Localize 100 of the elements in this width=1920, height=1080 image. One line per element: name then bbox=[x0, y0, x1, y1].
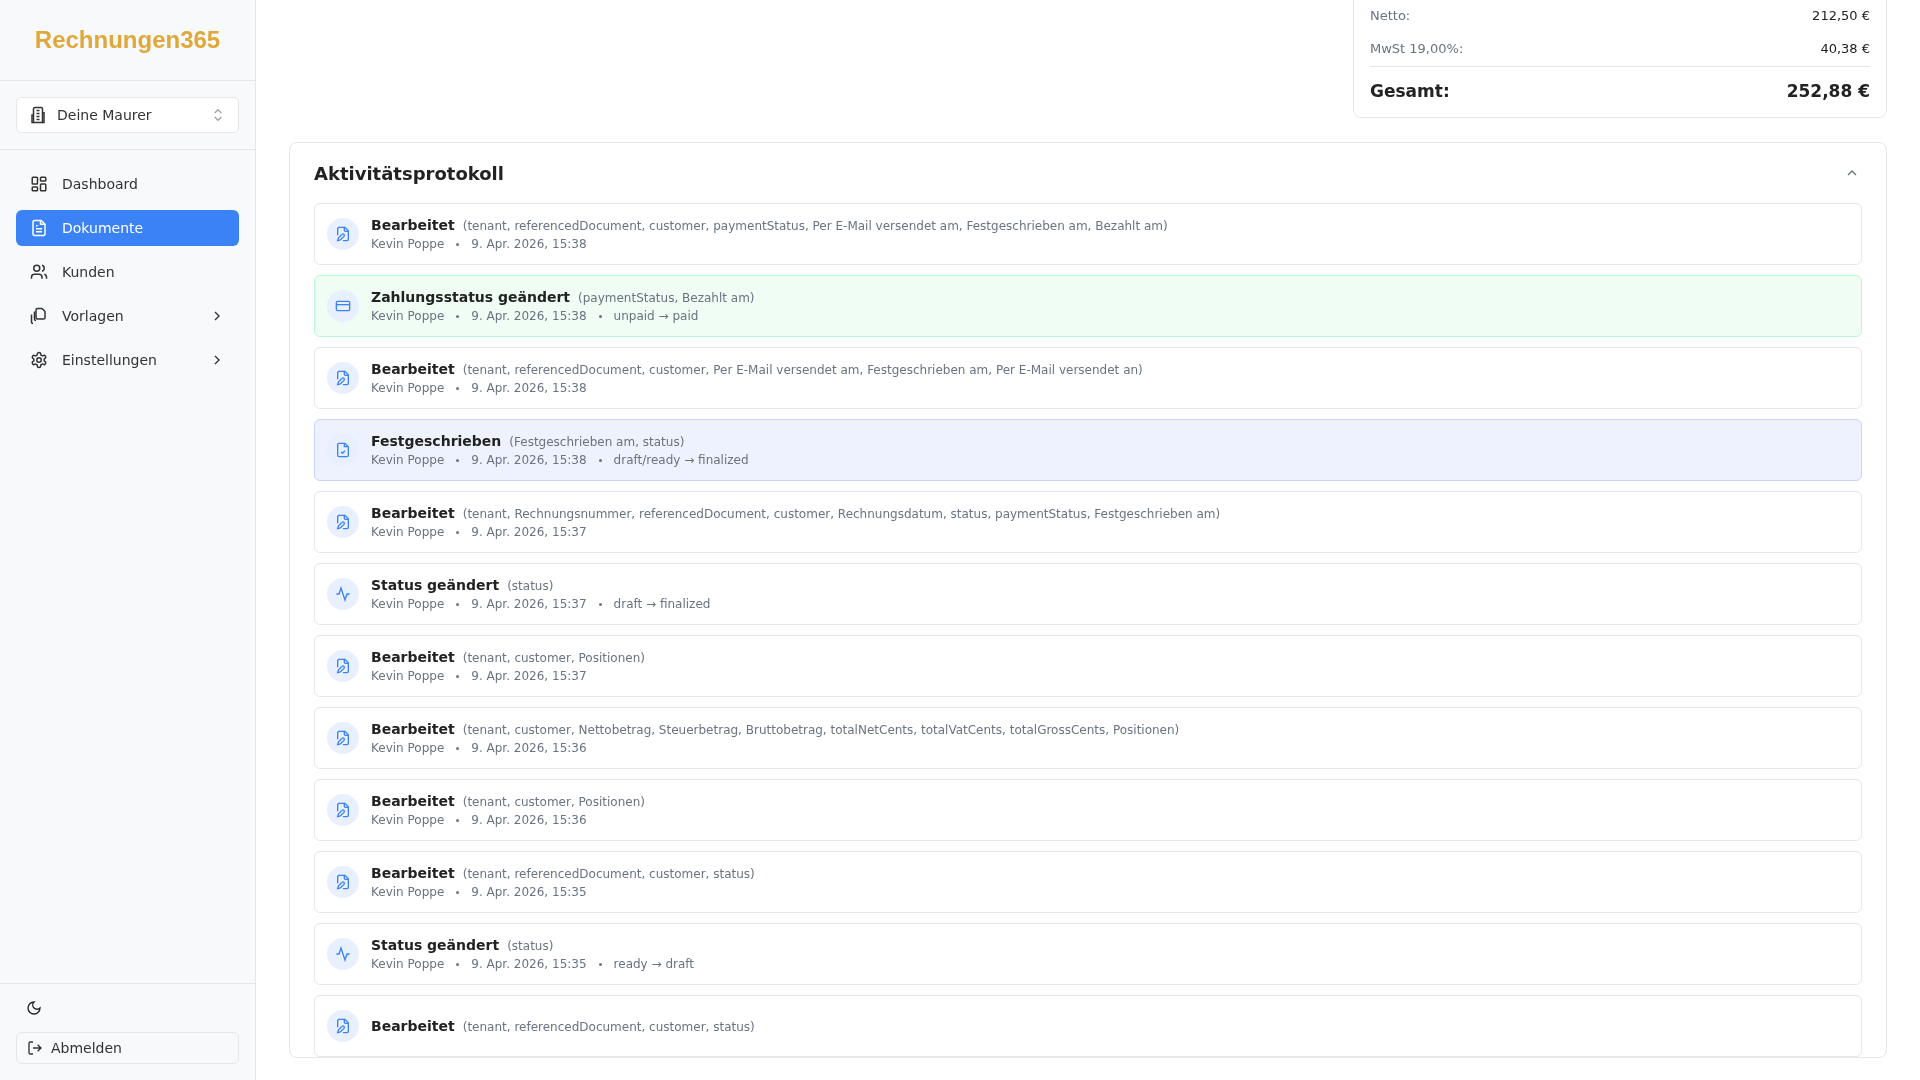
separator-dot bbox=[456, 674, 460, 678]
entry-author: Kevin Poppe bbox=[371, 237, 445, 251]
entry-title: Bearbeitet bbox=[371, 649, 455, 665]
activity-icon bbox=[335, 946, 351, 962]
entry-time: 9. Apr. 2026, 15:38 bbox=[471, 237, 587, 251]
total-label: Gesamt: bbox=[1370, 81, 1450, 101]
entry-title: Status geändert bbox=[371, 577, 500, 593]
separator-dot bbox=[456, 962, 460, 966]
separator-dot bbox=[598, 962, 602, 966]
file-pen-icon bbox=[335, 802, 351, 818]
entry-title: Bearbeitet bbox=[371, 865, 455, 881]
activity-icon bbox=[335, 586, 351, 602]
entry-title: Bearbeitet bbox=[371, 1018, 455, 1034]
nav-item[interactable]: Einstellungen bbox=[16, 342, 239, 378]
grid-icon bbox=[30, 175, 48, 193]
settings-icon bbox=[30, 351, 48, 369]
separator-dot bbox=[456, 458, 460, 462]
building-icon bbox=[29, 106, 47, 124]
entry-details: (tenant, customer, Positionen) bbox=[462, 651, 645, 665]
entry-change: draft → finalized bbox=[613, 597, 711, 611]
separator-dot bbox=[456, 242, 460, 246]
entry-details: (status) bbox=[507, 939, 554, 953]
entry-time: 9. Apr. 2026, 15:36 bbox=[471, 741, 587, 755]
nav-item[interactable]: Kunden bbox=[16, 254, 239, 290]
entry-details: (Festgeschrieben am, status) bbox=[509, 435, 685, 449]
entry-change: ready → draft bbox=[613, 957, 695, 971]
entry-time: 9. Apr. 2026, 15:38 bbox=[471, 381, 587, 395]
credit-card-icon bbox=[335, 298, 351, 314]
entry-title: Festgeschrieben bbox=[371, 433, 502, 449]
separator-dot bbox=[598, 458, 602, 462]
separator-dot bbox=[456, 890, 460, 894]
entry-author: Kevin Poppe bbox=[371, 381, 445, 395]
file-pen-icon bbox=[335, 730, 351, 746]
logout-button[interactable]: Abmelden bbox=[16, 1032, 239, 1064]
total-value: 252,88 € bbox=[1786, 81, 1870, 101]
entry-details: (tenant, referencedDocument, customer, Per E-Mail versendet am, Festgeschrieben am, Per E-Mail versendet an) bbox=[462, 363, 1143, 377]
separator-dot bbox=[456, 530, 460, 534]
file-pen-icon bbox=[335, 874, 351, 890]
entry-author: Kevin Poppe bbox=[371, 597, 445, 611]
section-title: Aktivitätsprotokoll bbox=[314, 162, 504, 184]
entry-details: (tenant, referencedDocument, customer, status) bbox=[462, 867, 755, 881]
entry-time: 9. Apr. 2026, 15:38 bbox=[471, 453, 587, 467]
entry-change: draft/ready → finalized bbox=[613, 453, 749, 467]
summary-label: MwSt 19,00%: bbox=[1370, 41, 1464, 56]
entry-title: Bearbeitet bbox=[371, 721, 455, 737]
summary-label: Netto: bbox=[1370, 8, 1411, 23]
entry-time: 9. Apr. 2026, 15:37 bbox=[471, 525, 587, 539]
entry-details: (status) bbox=[507, 579, 554, 593]
separator-dot bbox=[456, 602, 460, 606]
entry-author: Kevin Poppe bbox=[371, 957, 445, 971]
summary-value: 212,50 € bbox=[1812, 8, 1870, 23]
entry-time: 9. Apr. 2026, 15:37 bbox=[471, 669, 587, 683]
entry-time: 9. Apr. 2026, 15:35 bbox=[471, 957, 587, 971]
nav-item[interactable]: Vorlagen bbox=[16, 298, 239, 334]
tenant-select[interactable]: Deine Maurer bbox=[16, 97, 239, 133]
copies-icon bbox=[30, 307, 48, 325]
file-pen-icon bbox=[335, 370, 351, 386]
entry-author: Kevin Poppe bbox=[371, 669, 445, 683]
entry-author: Kevin Poppe bbox=[371, 885, 445, 899]
entry-details: (tenant, customer, Positionen) bbox=[462, 795, 645, 809]
entry-details: (tenant, referencedDocument, customer, status) bbox=[462, 1020, 755, 1034]
entry-title: Bearbeitet bbox=[371, 793, 455, 809]
entry-title: Zahlungsstatus geändert bbox=[371, 289, 571, 305]
document-icon bbox=[30, 219, 48, 237]
moon-icon[interactable] bbox=[26, 1000, 42, 1016]
logout-icon bbox=[27, 1040, 43, 1056]
app-logo: Rechnungen365 bbox=[34, 26, 221, 54]
entry-author: Kevin Poppe bbox=[371, 525, 445, 539]
entry-time: 9. Apr. 2026, 15:36 bbox=[471, 813, 587, 827]
entry-time: 9. Apr. 2026, 15:38 bbox=[471, 309, 587, 323]
file-pen-icon bbox=[335, 226, 351, 242]
summary-value: 40,38 € bbox=[1820, 41, 1870, 56]
file-pen-icon bbox=[335, 1018, 351, 1034]
separator-dot bbox=[598, 314, 602, 318]
nav-item[interactable]: Dokumente bbox=[16, 210, 239, 246]
file-pen-icon bbox=[335, 658, 351, 674]
separator-dot bbox=[598, 602, 602, 606]
separator-dot bbox=[456, 314, 460, 318]
entry-time: 9. Apr. 2026, 15:37 bbox=[471, 597, 587, 611]
entry-author: Kevin Poppe bbox=[371, 741, 445, 755]
file-check-icon bbox=[335, 442, 351, 458]
nav-item[interactable]: Dashboard bbox=[16, 166, 239, 202]
entry-title: Bearbeitet bbox=[371, 505, 455, 521]
entry-details: (tenant, referencedDocument, customer, paymentStatus, Per E-Mail versendet am, Festgeschrieben am, Bezahlt am) bbox=[462, 219, 1168, 233]
entry-details: (tenant, customer, Nettobetrag, Steuerbetrag, Bruttobetrag, totalNetCents, totalVatCents, totalGrossCents, Positionen) bbox=[462, 723, 1180, 737]
entry-change: unpaid → paid bbox=[613, 309, 699, 323]
separator-dot bbox=[456, 746, 460, 750]
entry-details: (tenant, Rechnungsnummer, referencedDocument, customer, Rechnungsdatum, status, paymentStatus, Festgeschrieben am) bbox=[462, 507, 1221, 521]
entry-details: (paymentStatus, Bezahlt am) bbox=[578, 291, 755, 305]
separator-dot bbox=[456, 818, 460, 822]
entry-title: Status geändert bbox=[371, 937, 500, 953]
entry-author: Kevin Poppe bbox=[371, 453, 445, 467]
entry-title: Bearbeitet bbox=[371, 361, 455, 377]
entry-author: Kevin Poppe bbox=[371, 813, 445, 827]
entry-time: 9. Apr. 2026, 15:35 bbox=[471, 885, 587, 899]
users-icon bbox=[30, 263, 48, 281]
separator-dot bbox=[456, 386, 460, 390]
entry-author: Kevin Poppe bbox=[371, 309, 445, 323]
file-pen-icon bbox=[335, 514, 351, 530]
entry-title: Bearbeitet bbox=[371, 217, 455, 233]
